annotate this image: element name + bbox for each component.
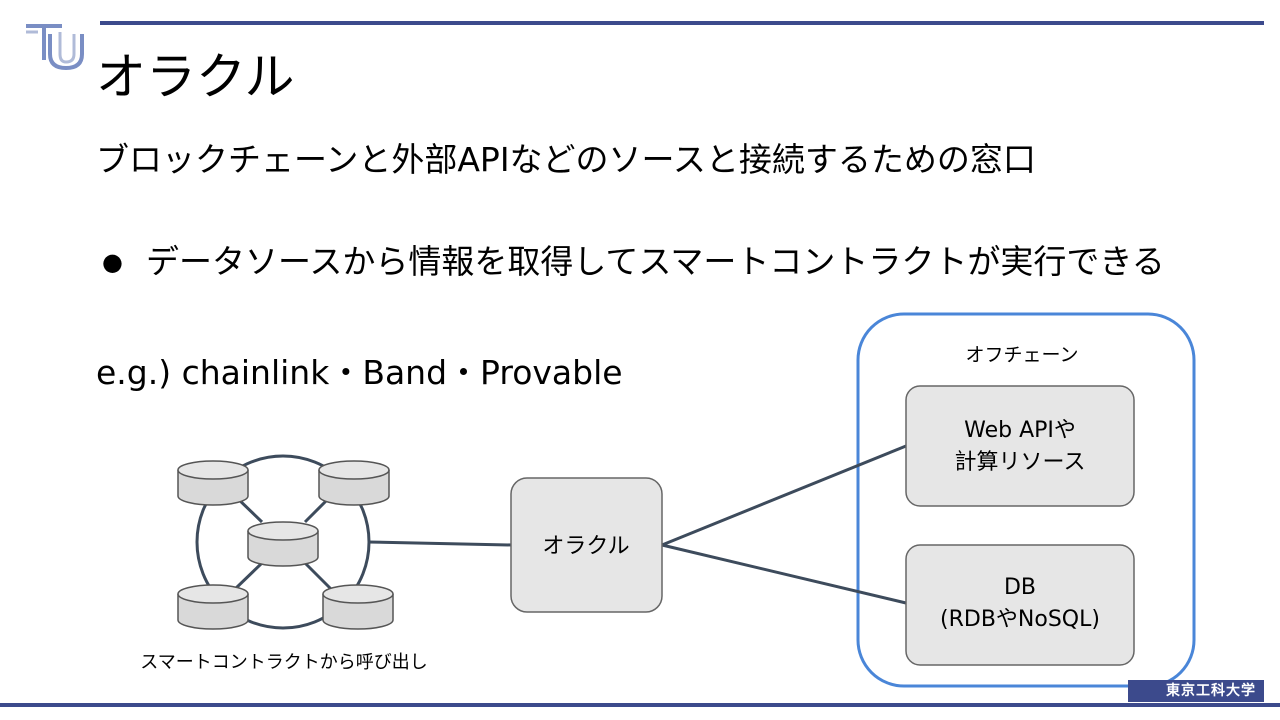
network-spoke [232,561,264,592]
db-label-2: (RDBやNoSQL) [940,607,1100,632]
web-api-label-2: 計算リソース [955,450,1086,475]
oracle-node-label: オラクル [542,534,629,559]
network-caption: スマートコントラクトから呼び出し [140,652,427,673]
database-icon [318,460,390,506]
web-api-label-1: Web APIや [964,418,1076,443]
database-icon [177,460,249,506]
connector-oracle-db [661,543,907,605]
web-api-node [905,385,1135,507]
database-icon [322,584,394,630]
database-icon [247,521,319,567]
footer-rule [0,703,1280,707]
db-label-1: DB [1004,575,1036,600]
db-node [905,544,1135,666]
connector-network-oracle [367,540,512,547]
database-icon [177,584,249,630]
network-spoke [303,561,334,592]
connector-oracle-webapi [661,444,907,547]
oracle-diagram: オフチェーン Web APIや 計算リソース DB (RDBやNoSQL) オラ… [140,312,1196,688]
offchain-label: オフチェーン [965,344,1078,366]
footer-university-logo: 東京工科大学 [1128,680,1264,702]
